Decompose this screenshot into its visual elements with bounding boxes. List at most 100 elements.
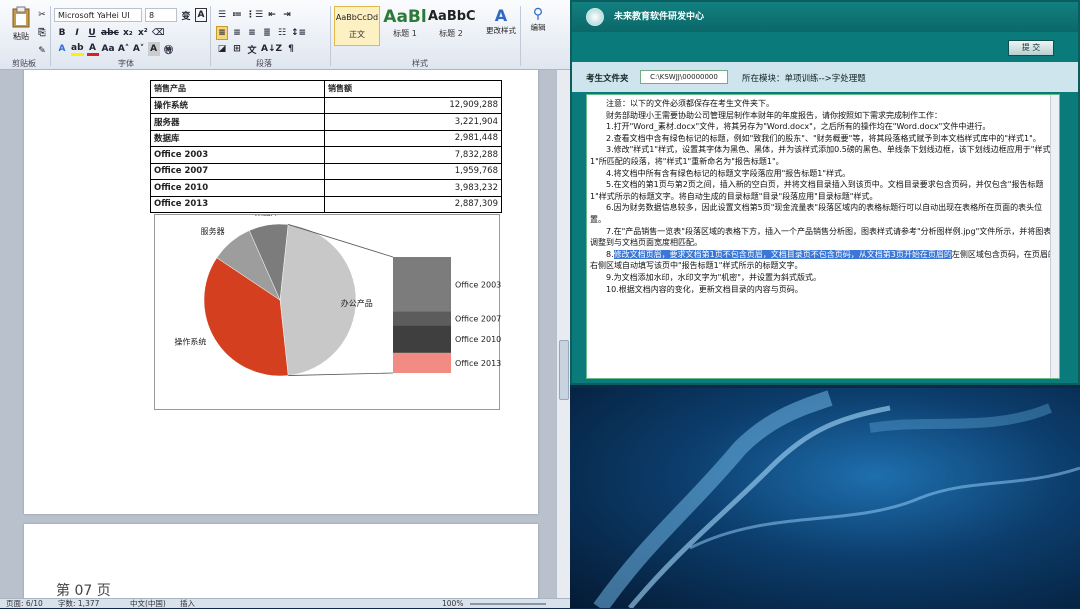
change-styles-icon: A xyxy=(494,6,508,25)
copy-icon[interactable]: ⎘ xyxy=(36,26,48,40)
text-effect-icon[interactable]: A xyxy=(56,42,68,56)
sort-icon[interactable]: A↓Z xyxy=(261,42,282,56)
paste-button[interactable]: 粘贴 xyxy=(8,6,34,50)
divider xyxy=(520,6,521,66)
document-area[interactable]: 销售产品 销售额 操作系统 12,909,288 服务器 3,221,904 数据库… xyxy=(0,70,556,600)
page-6: 销售产品 销售额 操作系统 12,909,288 服务器 3,221,904 数据库… xyxy=(24,70,538,514)
font-name-select[interactable]: Microsoft YaHei UI xyxy=(54,8,142,22)
scroll-thumb[interactable] xyxy=(559,340,569,400)
align-left-icon[interactable]: ≡ xyxy=(216,26,228,40)
paste-label: 粘贴 xyxy=(13,32,29,41)
align-center-icon[interactable]: ≡ xyxy=(231,26,243,40)
exam-info-bar: 考生文件夹 C:\KSWJJ\00000000 所在模块：单项训练-->字处理题 xyxy=(572,62,1078,92)
format-painter-icon[interactable]: ✎ xyxy=(36,44,48,58)
table-cell: Office 2007 xyxy=(150,162,325,180)
question-line: 9.为文档添加水印，水印文字为"机密"，并设置为斜式版式。 xyxy=(606,272,821,282)
cut-icon[interactable]: ✂ xyxy=(36,8,48,22)
exam-title: 未来教育软件研发中心 xyxy=(614,12,705,22)
table-cell: Office 2010 xyxy=(150,179,325,196)
table-cell: 3,221,904 xyxy=(324,113,502,130)
chinese-layout-icon[interactable]: 文 xyxy=(246,42,258,56)
bar-label: Office 2013 xyxy=(455,359,501,368)
table-cell: 3,983,232 xyxy=(324,179,502,196)
style-normal[interactable]: AaBbCcDd 正文 xyxy=(334,6,380,46)
decrease-indent-icon[interactable]: ⇤ xyxy=(266,8,278,22)
table-cell: 操作系统 xyxy=(150,96,325,114)
enclose-char-icon[interactable]: ㊕ xyxy=(163,42,175,56)
style-heading1[interactable]: AaBl 标题 1 xyxy=(382,6,428,46)
desktop-wallpaper xyxy=(570,388,1080,608)
editing-label: 编辑 xyxy=(530,23,546,32)
highlight-icon[interactable]: ab xyxy=(71,42,84,56)
submit-button[interactable]: 提 交 xyxy=(1008,40,1054,56)
logo-icon xyxy=(586,8,604,26)
borders-icon[interactable]: ⊞ xyxy=(231,42,243,56)
multilevel-icon[interactable]: ⋮☰ xyxy=(246,8,263,22)
style-sample: AaBbC xyxy=(428,9,476,24)
slice-label: 数据库 xyxy=(255,215,279,217)
align-right-icon[interactable]: ≡ xyxy=(246,26,258,40)
distributed-icon[interactable]: ☷ xyxy=(276,26,288,40)
subscript-button[interactable]: x₂ xyxy=(122,26,134,40)
style-sample: AaBl xyxy=(383,7,427,27)
superscript-button[interactable]: x² xyxy=(137,26,149,40)
table-cell: 1,959,768 xyxy=(324,162,502,180)
bullets-icon[interactable]: ☰ xyxy=(216,8,228,22)
line8-prefix: 8. xyxy=(606,249,614,259)
question-line: 3.修改"样式1"样式，设置其字体为黑色、黑体，并为该样式添加0.5磅的黑色、单… xyxy=(590,145,1051,166)
shrink-font-icon[interactable]: A˅ xyxy=(133,42,145,56)
bar-segment-0 xyxy=(393,257,451,312)
zoom-slider[interactable] xyxy=(470,603,546,605)
phonetic-icon[interactable]: 变 xyxy=(180,8,192,22)
exam-window: 未来教育软件研发中心 提 交 考生文件夹 C:\KSWJJ\00000000 所… xyxy=(570,0,1080,385)
style-label: 标题 1 xyxy=(393,29,417,38)
question-text-panel[interactable]: 注意：以下的文件必须都保存在考生文件夹下。 财务部助理小王需要协助公司管理层制作… xyxy=(586,94,1060,379)
word-window: 粘贴 ✂ ⎘ ✎ Microsoft YaHei UI 8 变 A B I U … xyxy=(0,0,570,608)
show-marks-icon[interactable]: ¶ xyxy=(285,42,297,56)
style-heading2[interactable]: AaBbC 标题 2 xyxy=(428,6,476,46)
question-line: 2.查看文档中含有绿色标记的标题，例如"致我们的股东"、"财务概要"等，将其段落… xyxy=(606,133,1041,143)
pie-of-pie-chart: 办公产品操作系统 服务器 数据库 Office 2003 Office 2007 Offi… xyxy=(174,207,501,377)
increase-indent-icon[interactable]: ⇥ xyxy=(281,8,293,22)
justify-icon[interactable]: ≣ xyxy=(261,26,273,40)
font-color-icon[interactable]: A xyxy=(86,42,99,56)
divider xyxy=(330,6,331,66)
slice-label: 服务器 xyxy=(201,226,225,236)
underline-button[interactable]: U xyxy=(86,26,98,40)
strikethrough-button[interactable]: abc xyxy=(101,26,119,40)
selected-text: 修改文档页眉，要求文档第1页不包含页眉，文档目录页不包含页码，从文档第3页开始在… xyxy=(613,249,952,259)
vertical-scrollbar[interactable] xyxy=(556,70,570,600)
group-label-paragraph: 段落 xyxy=(256,59,272,68)
case-icon[interactable]: Aa xyxy=(102,42,115,56)
clear-format-icon[interactable]: ⌫ xyxy=(152,26,165,40)
table-cell: Office 2013 xyxy=(150,195,325,213)
change-styles-button[interactable]: A 更改样式 xyxy=(482,6,520,36)
grow-font-icon[interactable]: A˄ xyxy=(118,42,130,56)
folder-path[interactable]: C:\KSWJJ\00000000 xyxy=(640,70,728,84)
shading-icon[interactable]: ◪ xyxy=(216,42,228,56)
table-cell: 服务器 xyxy=(150,113,325,130)
chart-frame[interactable]: 办公产品操作系统 服务器 数据库 Office 2003 Office 2007 Offi… xyxy=(154,207,501,410)
bar-label: Office 2003 xyxy=(455,280,501,289)
question-line: 5.在文档的第1页与第2页之间，插入新的空白页，并将文档目录插入到该页中。文档目… xyxy=(590,180,1044,201)
slice-label: 办公产品 xyxy=(341,298,373,308)
font-size-select[interactable]: 8 xyxy=(145,8,177,22)
text-panel-scrollbar[interactable] xyxy=(1050,95,1059,378)
group-label-clipboard: 剪贴板 xyxy=(12,59,36,68)
table-cell: 12,909,288 xyxy=(324,96,502,114)
question-line: 7.在"产品销售一览表"段落区域的表格下方，插入一个产品销售分析图，图表样式请参… xyxy=(590,226,1052,248)
italic-button[interactable]: I xyxy=(71,26,83,40)
numbering-icon[interactable]: ≔ xyxy=(231,8,243,22)
group-label-styles: 样式 xyxy=(412,59,428,68)
table-cell: Office 2003 xyxy=(150,146,325,163)
editing-button[interactable]: ⚲ 编辑 xyxy=(524,6,552,33)
bold-button[interactable]: B xyxy=(56,26,68,40)
style-sample: AaBbCcDd xyxy=(335,13,379,22)
sales-table: 销售产品 销售额 操作系统 12,909,288 服务器 3,221,904 数据库… xyxy=(150,80,502,213)
question-line: 10.根据文档内容的变化，更新文档目录的内容与页码。 xyxy=(606,284,803,294)
table-header: 销售额 xyxy=(324,80,502,98)
line-spacing-icon[interactable]: ↕≡ xyxy=(291,26,306,40)
char-border-icon[interactable]: A xyxy=(195,8,207,22)
wallpaper-art xyxy=(593,390,1080,608)
char-shading-icon[interactable]: A xyxy=(147,42,160,56)
